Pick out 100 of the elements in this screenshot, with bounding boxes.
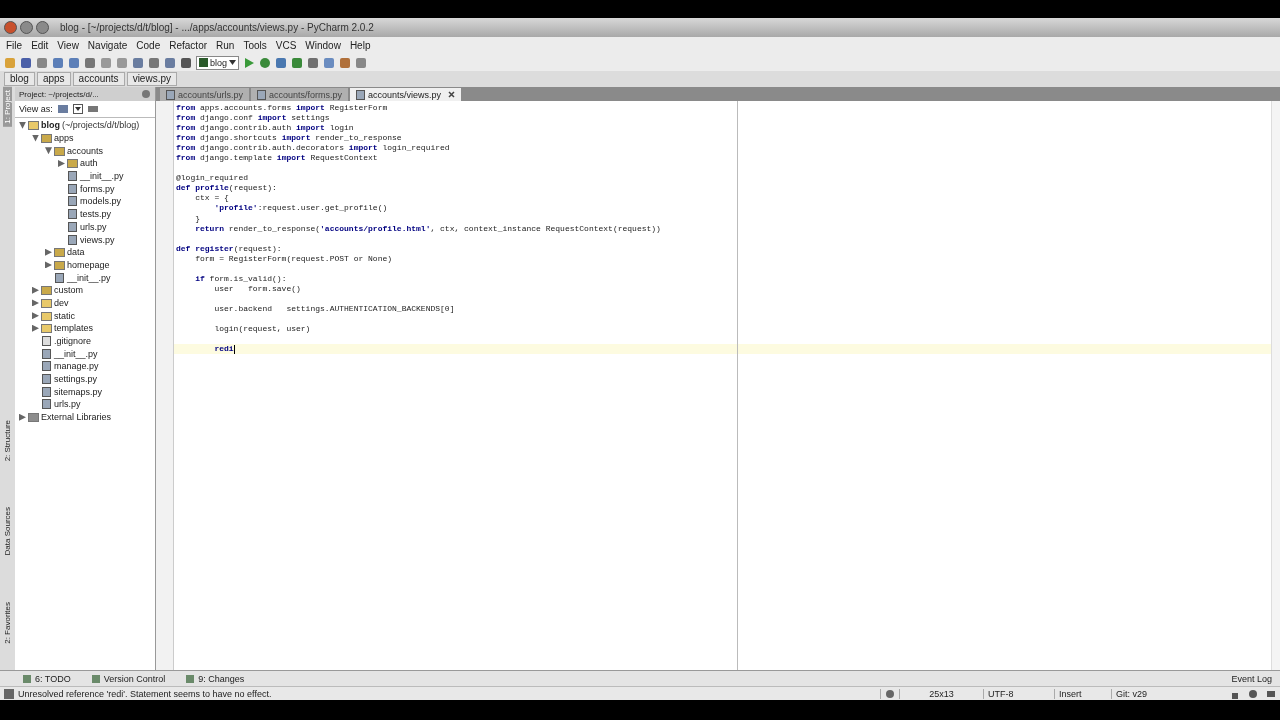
- tree-item[interactable]: settings.py: [54, 374, 98, 385]
- toolbar-icon[interactable]: [20, 56, 32, 69]
- toolbar-icon[interactable]: [164, 56, 176, 69]
- tree-item[interactable]: accounts: [67, 145, 104, 156]
- debug-icon[interactable]: [259, 56, 271, 69]
- tree-item[interactable]: auth: [80, 158, 98, 169]
- toolbar-icon[interactable]: [307, 56, 319, 69]
- menu-item[interactable]: Navigate: [87, 40, 128, 51]
- maximize-icon[interactable]: [36, 21, 49, 34]
- expand-toggle-icon[interactable]: [32, 299, 39, 307]
- expand-toggle-icon[interactable]: [45, 147, 52, 155]
- settings-icon[interactable]: [880, 688, 895, 699]
- tree-item[interactable]: dev: [54, 297, 69, 308]
- dropdown-icon[interactable]: [72, 104, 83, 114]
- tree-item[interactable]: tests.py: [80, 209, 111, 220]
- tool-window-tab[interactable]: Data Sources: [3, 504, 12, 559]
- expand-toggle-icon[interactable]: [58, 159, 65, 167]
- panel-title: Project: ~/projects/d/...: [19, 89, 99, 99]
- tree-item[interactable]: urls.py: [80, 221, 107, 232]
- breadcrumb[interactable]: apps: [36, 72, 71, 86]
- tool-window-tab[interactable]: 2: Structure: [3, 416, 12, 465]
- inspector-icon[interactable]: [1248, 688, 1258, 699]
- file-icon: [54, 272, 65, 283]
- editor-tab[interactable]: accounts/forms.py: [251, 88, 349, 101]
- collapse-icon[interactable]: [86, 104, 99, 114]
- toolbar-icon[interactable]: [132, 56, 144, 69]
- tree-item[interactable]: templates: [54, 323, 94, 334]
- tree-item[interactable]: views.py: [80, 234, 115, 245]
- tree-item[interactable]: static: [54, 310, 75, 321]
- toolbar-icon[interactable]: [355, 56, 367, 69]
- expand-toggle-icon[interactable]: [32, 286, 39, 294]
- toolbar-icon[interactable]: [180, 56, 192, 69]
- close-icon[interactable]: [448, 91, 456, 98]
- run-config-dropdown[interactable]: blog: [196, 55, 239, 70]
- menu-item[interactable]: Help: [349, 40, 371, 51]
- breadcrumb[interactable]: accounts: [72, 72, 125, 86]
- toolbar-icon[interactable]: [36, 56, 48, 69]
- tool-window-tab[interactable]: 2: Favorites: [3, 598, 12, 647]
- toolbar-icon[interactable]: [84, 56, 96, 69]
- expand-toggle-icon[interactable]: [45, 261, 52, 269]
- minimize-icon[interactable]: [20, 21, 33, 34]
- menu-item[interactable]: Edit: [31, 40, 49, 51]
- tool-icon: [22, 673, 32, 684]
- breadcrumb[interactable]: blog: [4, 72, 35, 86]
- encoding-selector[interactable]: UTF-8: [983, 688, 1050, 699]
- code-line: login(request, user): [213, 324, 311, 334]
- expand-toggle-icon[interactable]: [32, 312, 39, 320]
- expand-toggle-icon[interactable]: [45, 248, 52, 256]
- editor-tab[interactable]: accounts/urls.py: [160, 88, 250, 101]
- code-line: user.backend settings.AUTHENTICATION_BACKENDS[0]: [213, 303, 455, 313]
- toolbar-icon[interactable]: [323, 56, 335, 69]
- chat-icon[interactable]: [1266, 688, 1276, 699]
- tool-window-tab[interactable]: Version Control: [90, 673, 166, 684]
- tree-item[interactable]: urls.py: [54, 399, 81, 410]
- tree-item[interactable]: .gitignore: [54, 336, 92, 347]
- tool-window-tab[interactable]: 6: TODO: [22, 673, 71, 684]
- folder-icon: [41, 310, 52, 321]
- vcs-branch[interactable]: Git: v29: [1111, 688, 1226, 699]
- tree-item[interactable]: External Libraries: [41, 412, 112, 423]
- expand-toggle-icon[interactable]: [19, 413, 26, 421]
- settings-icon[interactable]: [141, 89, 151, 99]
- tree-item[interactable]: models.py: [80, 196, 122, 207]
- toolbar-icon[interactable]: [275, 56, 287, 69]
- tree-item[interactable]: blog: [41, 120, 60, 131]
- menu-item[interactable]: Window: [305, 40, 341, 51]
- tree-item[interactable]: manage.py: [54, 361, 99, 372]
- tree-item[interactable]: sitemaps.py: [54, 386, 103, 397]
- tree-item[interactable]: homepage: [67, 259, 110, 270]
- event-log-tab[interactable]: Event Log: [1231, 673, 1272, 684]
- tree-item[interactable]: data: [67, 247, 85, 258]
- menu-item[interactable]: File: [6, 40, 23, 51]
- scroll-bar[interactable]: [1271, 101, 1280, 670]
- tree-item[interactable]: __init__.py: [67, 272, 111, 283]
- tree-item[interactable]: __init__.py: [54, 348, 98, 359]
- tree-item[interactable]: apps: [54, 133, 74, 144]
- menu-item[interactable]: VCS: [275, 40, 297, 51]
- menu-item[interactable]: Tools: [243, 40, 267, 51]
- tree-item[interactable]: forms.py: [80, 183, 115, 194]
- tool-window-tab[interactable]: 9: Changes: [185, 673, 245, 684]
- menu-item[interactable]: Code: [136, 40, 161, 51]
- menu-item[interactable]: Refactor: [169, 40, 208, 51]
- expand-toggle-icon[interactable]: [32, 324, 39, 332]
- editor-tab[interactable]: accounts/views.py: [350, 88, 462, 101]
- toolbar-icon[interactable]: [52, 56, 64, 69]
- toolbar-icon[interactable]: [56, 104, 69, 114]
- menu-item[interactable]: View: [57, 40, 79, 51]
- caret-icon: [229, 60, 236, 65]
- breadcrumb[interactable]: views.py: [126, 72, 177, 86]
- tree-item[interactable]: __init__.py: [80, 171, 124, 182]
- toolbar-icon[interactable]: [148, 56, 160, 69]
- file-icon: [67, 196, 78, 207]
- toolbar-icon[interactable]: [68, 56, 80, 69]
- menu-item[interactable]: Run: [216, 40, 235, 51]
- expand-toggle-icon[interactable]: [32, 134, 39, 142]
- run-icon[interactable]: [243, 56, 255, 69]
- close-icon[interactable]: [4, 21, 17, 34]
- toolbar-icon[interactable]: [339, 56, 351, 69]
- tree-item[interactable]: custom: [54, 285, 83, 296]
- expand-toggle-icon[interactable]: [19, 121, 26, 129]
- toolbar-icon[interactable]: [291, 56, 303, 69]
